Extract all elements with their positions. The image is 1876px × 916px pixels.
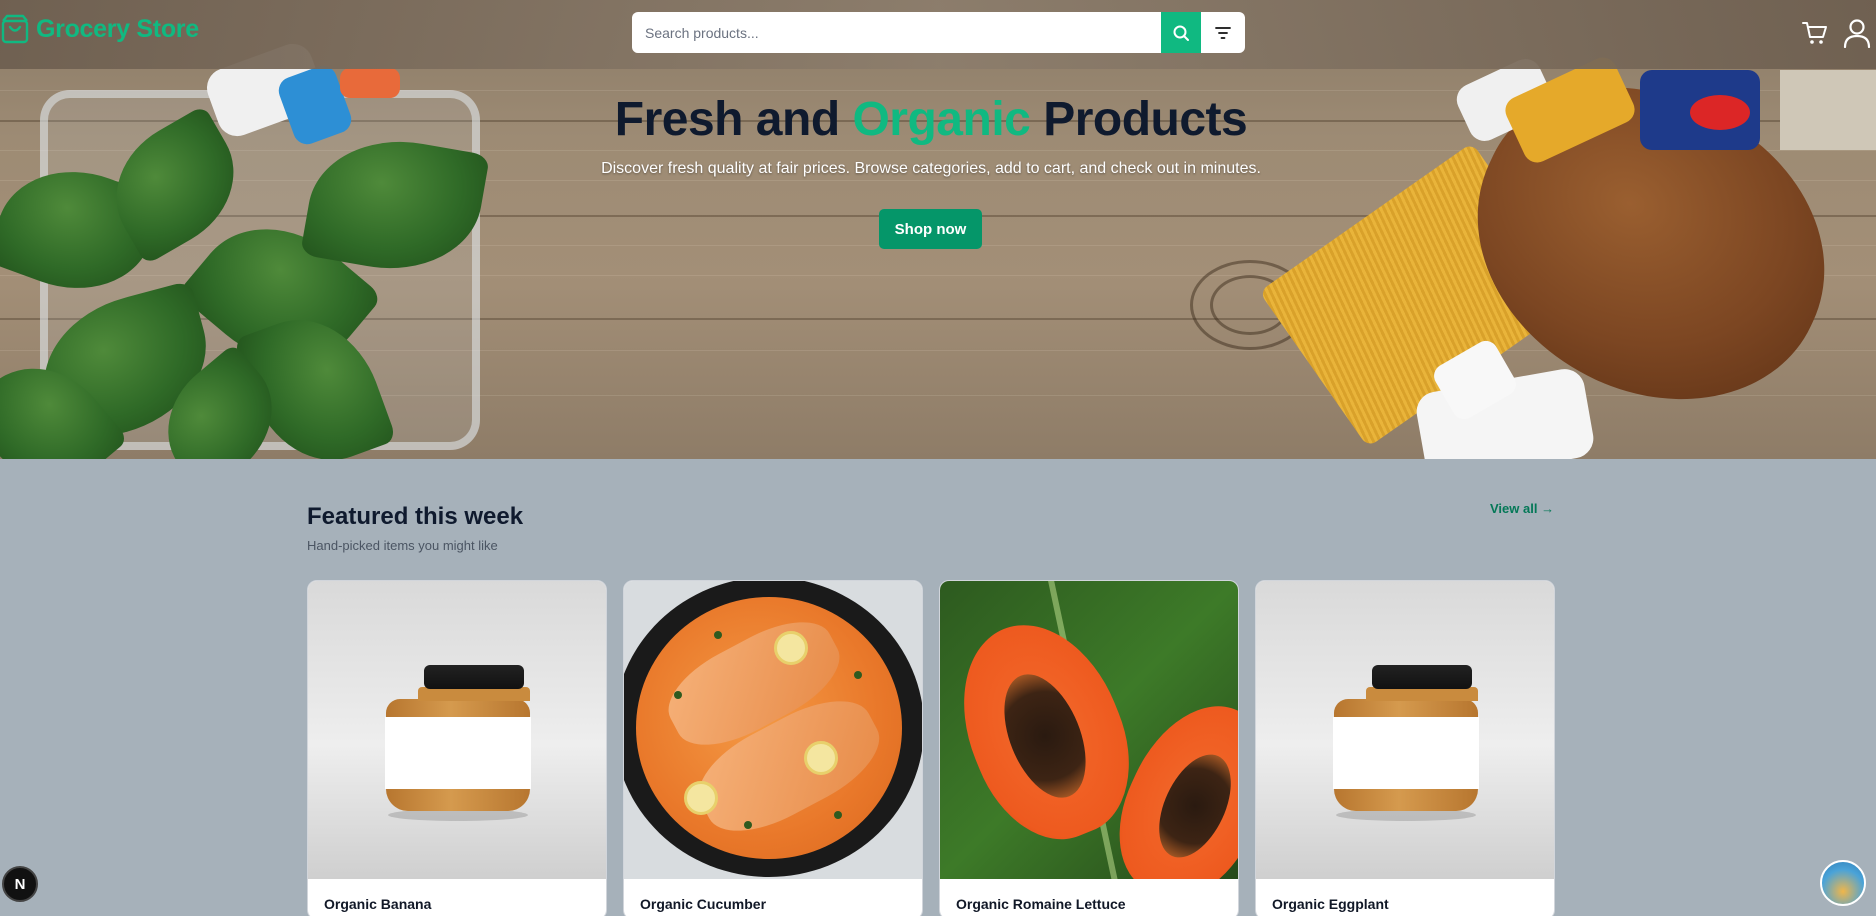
product-name: Organic Cucumber xyxy=(640,896,767,912)
hero-subtitle: Discover fresh quality at fair prices. B… xyxy=(601,160,1261,177)
product-card[interactable]: Organic Eggplant xyxy=(1255,580,1555,916)
filter-icon xyxy=(1215,26,1231,39)
view-all-link[interactable]: View all → xyxy=(1490,501,1554,516)
user-icon[interactable] xyxy=(1843,18,1871,48)
search-bar xyxy=(632,12,1245,53)
hero-title-accent: Organic xyxy=(852,93,1031,146)
product-name: Organic Banana xyxy=(324,896,432,912)
filter-button[interactable] xyxy=(1201,12,1245,53)
product-name: Organic Romaine Lettuce xyxy=(956,896,1126,912)
hero-title: Fresh and Organic Products xyxy=(614,93,1248,146)
product-image xyxy=(624,581,922,879)
product-card[interactable]: Organic Cucumber xyxy=(623,580,923,916)
product-card[interactable]: Organic Romaine Lettuce xyxy=(939,580,1239,916)
cart-icon[interactable] xyxy=(1802,20,1828,46)
dev-tools-badge[interactable]: N xyxy=(2,866,38,902)
featured-subtitle: Hand-picked items you might like xyxy=(307,538,498,553)
product-card[interactable]: Organic Banana xyxy=(307,580,607,916)
product-image xyxy=(308,581,606,879)
brand-logo[interactable]: Grocery Store xyxy=(0,14,199,44)
shop-now-button[interactable]: Shop now xyxy=(879,209,982,249)
product-image xyxy=(940,581,1238,879)
shopping-bag-icon xyxy=(1,14,29,44)
brand-name: Grocery Store xyxy=(36,14,199,43)
product-name: Organic Eggplant xyxy=(1272,896,1389,912)
assistant-avatar-icon[interactable] xyxy=(1820,860,1866,906)
featured-title: Featured this week xyxy=(307,503,524,530)
search-input[interactable] xyxy=(632,12,1161,53)
search-icon xyxy=(1173,25,1189,41)
search-button[interactable] xyxy=(1161,12,1201,53)
product-image xyxy=(1256,581,1554,879)
